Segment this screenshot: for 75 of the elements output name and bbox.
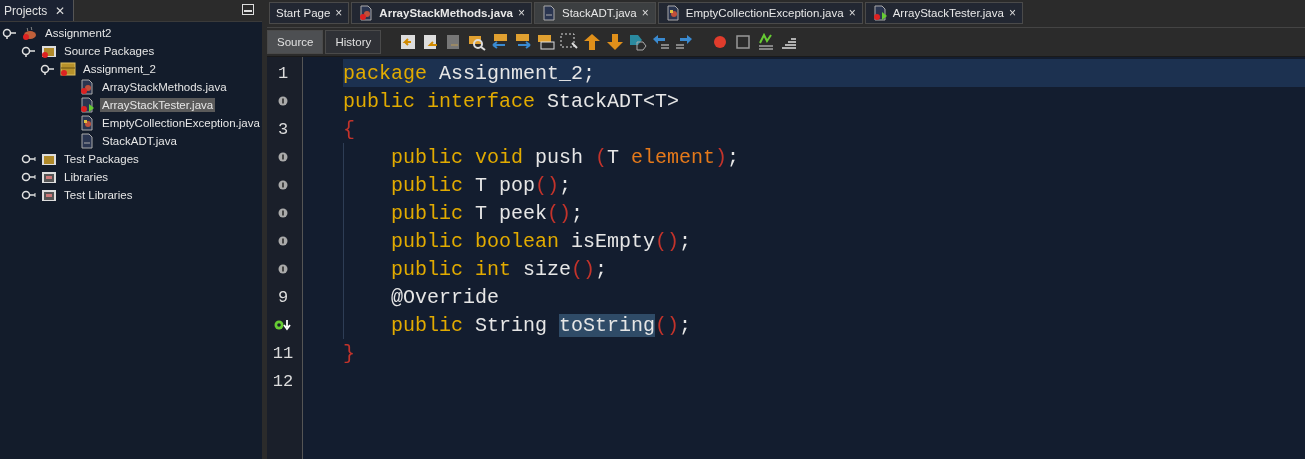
view-button[interactable]: History <box>325 30 382 54</box>
code-line: public int size(); <box>343 255 1305 283</box>
editor-tab[interactable]: EmptyCollectionException.java × <box>657 2 863 24</box>
expand-handle-icon[interactable] <box>21 189 39 201</box>
tree-item[interactable]: Source Packages <box>62 44 157 58</box>
package-icon <box>60 61 76 77</box>
close-icon[interactable]: × <box>335 6 343 20</box>
tree-item[interactable]: EmptyCollectionException.java <box>100 116 262 130</box>
tree-item[interactable]: Test Packages <box>62 152 141 166</box>
file-icon <box>79 79 95 95</box>
folder-icon <box>41 43 57 59</box>
editor-tab[interactable]: StackADT.java × <box>533 2 656 24</box>
up-arrow-icon[interactable] <box>583 33 602 51</box>
close-icon[interactable]: × <box>848 6 856 20</box>
tree-item[interactable]: StackADT.java <box>100 134 179 148</box>
close-icon[interactable]: ✕ <box>55 3 66 18</box>
coffee-cup-icon <box>22 25 38 41</box>
file-icon <box>79 115 95 131</box>
code-line: @Override <box>343 283 1305 311</box>
tree-item[interactable]: ArrayStackTester.java <box>100 98 216 112</box>
code-line: { <box>343 116 356 143</box>
editor-tab[interactable]: ArrayStackMethods.java × <box>351 2 532 24</box>
tree-item[interactable]: ArrayStackMethods.java <box>100 80 229 94</box>
back-icon[interactable] <box>399 33 418 51</box>
highlight-icon[interactable] <box>537 33 556 51</box>
stop-icon[interactable] <box>734 33 753 51</box>
line-number: 12 <box>272 371 294 391</box>
code-line: public void push (T element); <box>343 143 1305 171</box>
editor-tab[interactable]: ArrayStackTester.java × <box>864 2 1023 24</box>
line-number: 11 <box>272 343 294 363</box>
panel-tab[interactable]: Projects ✕ <box>0 0 75 21</box>
code-line: } <box>343 340 356 367</box>
implements-icon[interactable] <box>278 208 288 218</box>
library-icon <box>41 187 57 203</box>
close-icon[interactable]: × <box>1008 6 1016 20</box>
implements-icon[interactable] <box>278 152 288 162</box>
file-icon <box>79 133 95 149</box>
down-arrow-icon[interactable] <box>606 33 625 51</box>
file-icon <box>358 5 375 21</box>
file-icon <box>79 97 95 113</box>
tree-item[interactable]: Assignment2 <box>43 26 114 40</box>
implements-icon[interactable] <box>278 180 288 190</box>
shift-left-icon[interactable] <box>652 33 671 51</box>
folder-icon <box>41 151 57 167</box>
find-next-icon[interactable] <box>514 33 533 51</box>
minimize-icon[interactable] <box>242 4 254 16</box>
implements-icon[interactable] <box>278 236 288 246</box>
tree-item[interactable]: Assignment_2 <box>81 62 158 76</box>
implements-icon[interactable] <box>278 264 288 274</box>
select-icon[interactable] <box>560 33 579 51</box>
code-line: public T pop(); <box>343 171 1305 199</box>
tree-item[interactable]: Test Libraries <box>62 188 135 202</box>
code-line: public boolean isEmpty(); <box>343 227 1305 255</box>
code-line: public String toString(); <box>343 311 1305 339</box>
code-line: public interface StackADT<T> <box>343 88 681 115</box>
overrides-icon[interactable] <box>273 319 293 331</box>
file-icon <box>540 5 557 21</box>
view-button[interactable]: Source <box>267 30 324 54</box>
library-icon <box>41 169 57 185</box>
find-previous-icon[interactable] <box>491 33 510 51</box>
line-number: 9 <box>277 287 289 307</box>
tree-item[interactable]: Libraries <box>62 170 111 184</box>
expand-handle-icon[interactable] <box>21 171 39 183</box>
line-number: 3 <box>277 119 289 139</box>
implements-icon[interactable] <box>278 96 288 106</box>
file-icon <box>664 5 681 21</box>
close-icon[interactable]: × <box>641 6 649 20</box>
close-icon[interactable]: × <box>517 6 525 20</box>
expand-handle-icon[interactable] <box>21 153 39 165</box>
search-icon[interactable] <box>468 33 487 51</box>
shift-right-icon[interactable] <box>675 33 694 51</box>
editor-tab[interactable]: Start Page × <box>269 2 350 24</box>
line-number: 1 <box>277 63 289 83</box>
file-icon <box>871 5 888 21</box>
code-line: public T peek(); <box>343 199 1305 227</box>
